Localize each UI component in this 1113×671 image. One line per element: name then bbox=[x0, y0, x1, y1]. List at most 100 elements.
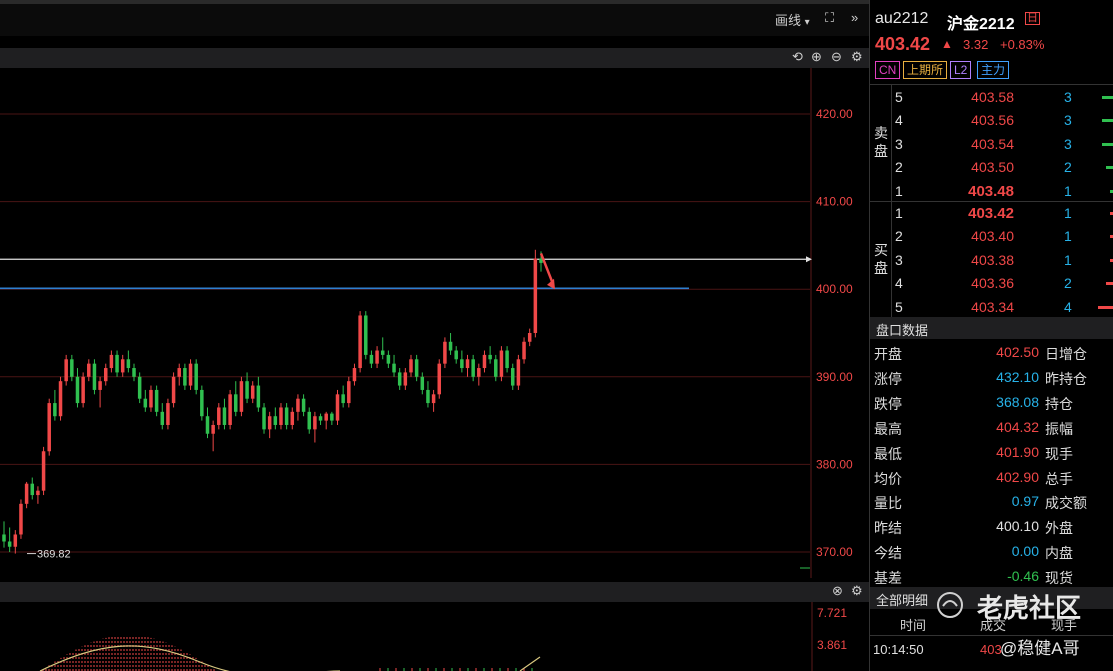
candle-body bbox=[330, 413, 334, 421]
stat-row: 最低 401.90 现手 bbox=[870, 440, 1113, 465]
ask-row[interactable]: 5 403.58 3 bbox=[870, 86, 1113, 109]
level-price: 403.42 bbox=[968, 205, 1014, 222]
collapse-panel-icon[interactable]: » bbox=[851, 10, 858, 25]
level-volume: 1 bbox=[1064, 228, 1072, 245]
settings-icon[interactable]: ⚙ bbox=[851, 49, 863, 65]
stat-label-secondary: 总手 bbox=[1045, 470, 1073, 487]
stat-label: 量比 bbox=[874, 495, 902, 512]
exchange-tag[interactable]: 上期所 bbox=[903, 61, 948, 79]
candle-body bbox=[409, 359, 413, 373]
candle-body bbox=[267, 416, 272, 430]
level-number: 1 bbox=[895, 205, 903, 221]
expand-icon[interactable]: ⛶ bbox=[825, 10, 834, 26]
candle-body bbox=[347, 381, 351, 404]
zoom-out-icon[interactable]: ⊖ bbox=[831, 49, 842, 65]
level2-tag[interactable]: L2 bbox=[950, 61, 972, 79]
bid-row[interactable]: 3 403.38 1 bbox=[870, 249, 1113, 272]
stat-label-secondary: 成交额 bbox=[1045, 495, 1087, 512]
stat-label: 基差 bbox=[874, 570, 902, 587]
candle-body bbox=[245, 381, 249, 399]
stat-row: 量比 0.97 成交额 bbox=[870, 489, 1113, 514]
candle-body bbox=[234, 394, 238, 412]
candle-body bbox=[471, 359, 475, 377]
candle-body bbox=[47, 403, 51, 452]
candle-body bbox=[516, 359, 521, 386]
bid-row[interactable]: 2 403.40 1 bbox=[870, 225, 1113, 248]
panel-data-title: 盘口数据 bbox=[876, 323, 929, 338]
candle-body bbox=[460, 359, 464, 369]
macd-indicator-chart[interactable]: 7.721 3.861 bbox=[0, 602, 869, 671]
candle-body bbox=[166, 403, 170, 425]
level-volume: 3 bbox=[1064, 135, 1072, 152]
candle-body bbox=[64, 359, 68, 382]
ask-row[interactable]: 2 403.50 2 bbox=[870, 156, 1113, 179]
watermark-logo-icon bbox=[935, 590, 967, 623]
stat-row: 基差 -0.46 现货 bbox=[870, 564, 1113, 589]
ask-row[interactable]: 3 403.54 3 bbox=[870, 133, 1113, 156]
bid-row[interactable]: 4 403.36 2 bbox=[870, 272, 1113, 295]
trade-time: 10:14:50 bbox=[873, 642, 924, 657]
settings-icon[interactable]: ⚙ bbox=[851, 583, 863, 599]
bid-row[interactable]: 5 403.34 4 bbox=[870, 296, 1113, 319]
main-contract-tag[interactable]: 主力 bbox=[977, 61, 1010, 79]
candle-body bbox=[7, 541, 12, 547]
candle-body bbox=[279, 407, 283, 425]
ask-row[interactable]: 4 403.56 3 bbox=[870, 109, 1113, 132]
volume-bar bbox=[1102, 119, 1113, 123]
stat-label-secondary: 振幅 bbox=[1045, 420, 1073, 437]
candle-body bbox=[36, 490, 40, 496]
level-volume: 1 bbox=[1064, 205, 1072, 221]
level-price: 403.56 bbox=[971, 112, 1014, 129]
candle-body bbox=[194, 363, 198, 390]
level-price: 403.58 bbox=[971, 89, 1014, 105]
candle-body bbox=[262, 407, 266, 430]
draw-line-label: 画线 bbox=[775, 13, 802, 28]
stat-value: 368.08 bbox=[996, 393, 1039, 410]
bid-row[interactable]: 1 403.42 1 bbox=[870, 202, 1113, 225]
stat-label-secondary: 日增仓 bbox=[1045, 346, 1087, 362]
candle-body bbox=[126, 359, 131, 369]
level-number: 5 bbox=[895, 89, 903, 105]
candle-body bbox=[19, 503, 23, 535]
level-price: 403.54 bbox=[971, 135, 1014, 152]
candlestick-chart[interactable]: 420.00 410.00 400.00 390.00 380.00 370.00 369.… bbox=[0, 68, 869, 578]
level-number: 5 bbox=[895, 298, 903, 315]
candle-body bbox=[211, 424, 215, 434]
stat-row: 今结 0.00 内盘 bbox=[870, 539, 1113, 564]
candle-body bbox=[75, 376, 80, 404]
quote-panel: au2212 沪金2212 日 403.42 ▲ 3.32 +0.83% CN … bbox=[869, 0, 1113, 671]
level-price: 403.40 bbox=[971, 228, 1014, 245]
candle-body bbox=[296, 398, 300, 412]
close-icon[interactable]: ⊗ bbox=[832, 583, 843, 599]
candle-body bbox=[250, 385, 255, 399]
market-tag-cn[interactable]: CN bbox=[875, 61, 901, 79]
zoom-in-icon[interactable]: ⊕ bbox=[811, 49, 822, 65]
reset-icon[interactable]: ⟲ bbox=[792, 49, 803, 65]
level-price: 403.50 bbox=[971, 159, 1014, 176]
stat-row: 均价 402.90 总手 bbox=[870, 465, 1113, 490]
y-tick-label: 410.00 bbox=[816, 195, 853, 209]
stat-label-secondary: 现手 bbox=[1045, 445, 1073, 462]
daily-badge: 日 bbox=[1025, 12, 1040, 25]
stat-value: 404.32 bbox=[996, 418, 1039, 435]
candle-body bbox=[494, 359, 498, 377]
candle-body bbox=[426, 389, 430, 404]
stat-label: 最高 bbox=[874, 420, 902, 437]
candle-body bbox=[431, 394, 436, 404]
candle-body bbox=[143, 398, 148, 408]
candle-body bbox=[222, 407, 227, 425]
draw-line-button[interactable]: 画线 ▾ bbox=[775, 10, 810, 29]
candle-body bbox=[200, 389, 204, 417]
ask-row[interactable]: 1 403.48 1 bbox=[870, 180, 1113, 203]
candle-body bbox=[177, 368, 181, 377]
candle-body bbox=[437, 363, 442, 395]
chart-toolbar: 画线 ▾ ⛶ » bbox=[0, 0, 869, 36]
volume-bar bbox=[1102, 96, 1113, 99]
candle-body bbox=[273, 416, 278, 425]
candle-body bbox=[364, 315, 368, 355]
stat-label-secondary: 内盘 bbox=[1045, 545, 1073, 562]
candle-body bbox=[115, 354, 119, 373]
y-tick-label: 390.00 bbox=[816, 370, 853, 384]
candle-body bbox=[188, 363, 193, 386]
trade-detail-title[interactable]: 全部明细 bbox=[876, 590, 928, 609]
